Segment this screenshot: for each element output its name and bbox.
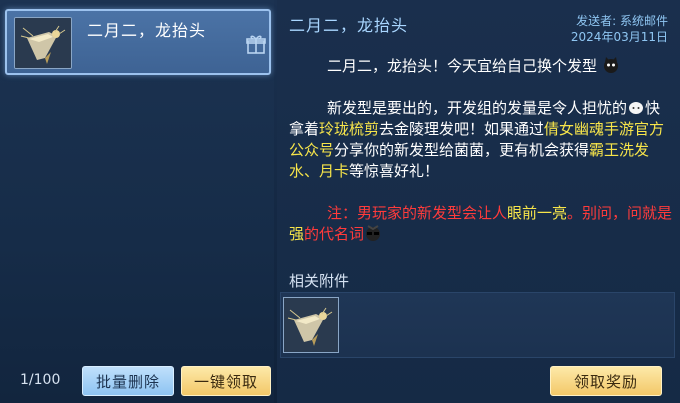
gift-icon <box>246 35 266 54</box>
note-text-e: 的代名词 <box>304 225 365 243</box>
mail-list-panel: 二月二，龙抬头 1/100 批量删除 一键领取 <box>0 0 274 403</box>
body-text-p2e: 等惊喜好礼！ <box>349 162 440 180</box>
mail-body[interactable]: 二月二，龙抬头！今天宜给自己换个发型 新发型是要出的，开发组的发量是令人担忧的 … <box>289 56 673 266</box>
body-text-p2a: 新发型是要出的，开发组的发量是令人担忧的 <box>327 99 628 117</box>
body-text-p2c: 去金陵理发吧！如果通过 <box>379 120 545 138</box>
mail-date: 2024年03月11日 <box>570 30 668 44</box>
note-text-a: 注：男玩家的新发型会让人 <box>327 204 508 222</box>
note-text-d: 强 <box>289 225 305 243</box>
claim-all-button[interactable]: 一键领取 <box>181 366 271 396</box>
mail-detail-title: 二月二，龙抬头 <box>289 16 409 35</box>
body-text-p2d: 分享你的新发型给菌菌，更有机会获得 <box>334 141 590 159</box>
body-text-p1: 二月二，龙抬头！今天宜给自己换个发型 <box>327 57 598 75</box>
cat-emoji-icon <box>603 57 618 73</box>
mail-item-title: 二月二，龙抬头 <box>87 21 207 40</box>
sunglasses-emoji-icon <box>366 225 381 241</box>
claim-reward-button[interactable]: 领取奖励 <box>550 366 662 396</box>
mail-detail-panel: 二月二，龙抬头 发送者: 系统邮件 2024年03月11日 二月二，龙抬头！今天… <box>277 0 680 403</box>
mail-sender: 发送者: 系统邮件 <box>576 14 668 28</box>
bald-emoji-icon <box>629 102 644 114</box>
batch-delete-button[interactable]: 批量删除 <box>82 366 174 396</box>
body-note: 注：男玩家的新发型会让人眼前一亮。别问，问就是强的代名词 <box>289 203 673 245</box>
body-paragraph-2: 新发型是要出的，开发组的发量是令人担忧的 快拿着玲珑梳剪去金陵理发吧！如果通过倩… <box>289 98 673 182</box>
hair-comb-icon[interactable] <box>283 297 339 353</box>
note-text-b: 眼前一亮 <box>507 204 568 222</box>
mail-list-item[interactable]: 二月二，龙抬头 <box>5 9 271 75</box>
hair-comb-icon <box>14 17 72 69</box>
body-paragraph-1: 二月二，龙抬头！今天宜给自己换个发型 <box>289 56 673 77</box>
attachments-box <box>280 292 675 358</box>
attachments-label: 相关附件 <box>289 272 350 290</box>
item-name-highlight: 玲珑梳剪 <box>319 120 380 138</box>
mail-count: 1/100 <box>20 372 61 388</box>
note-text-c: 。别问，问就是 <box>567 204 673 222</box>
